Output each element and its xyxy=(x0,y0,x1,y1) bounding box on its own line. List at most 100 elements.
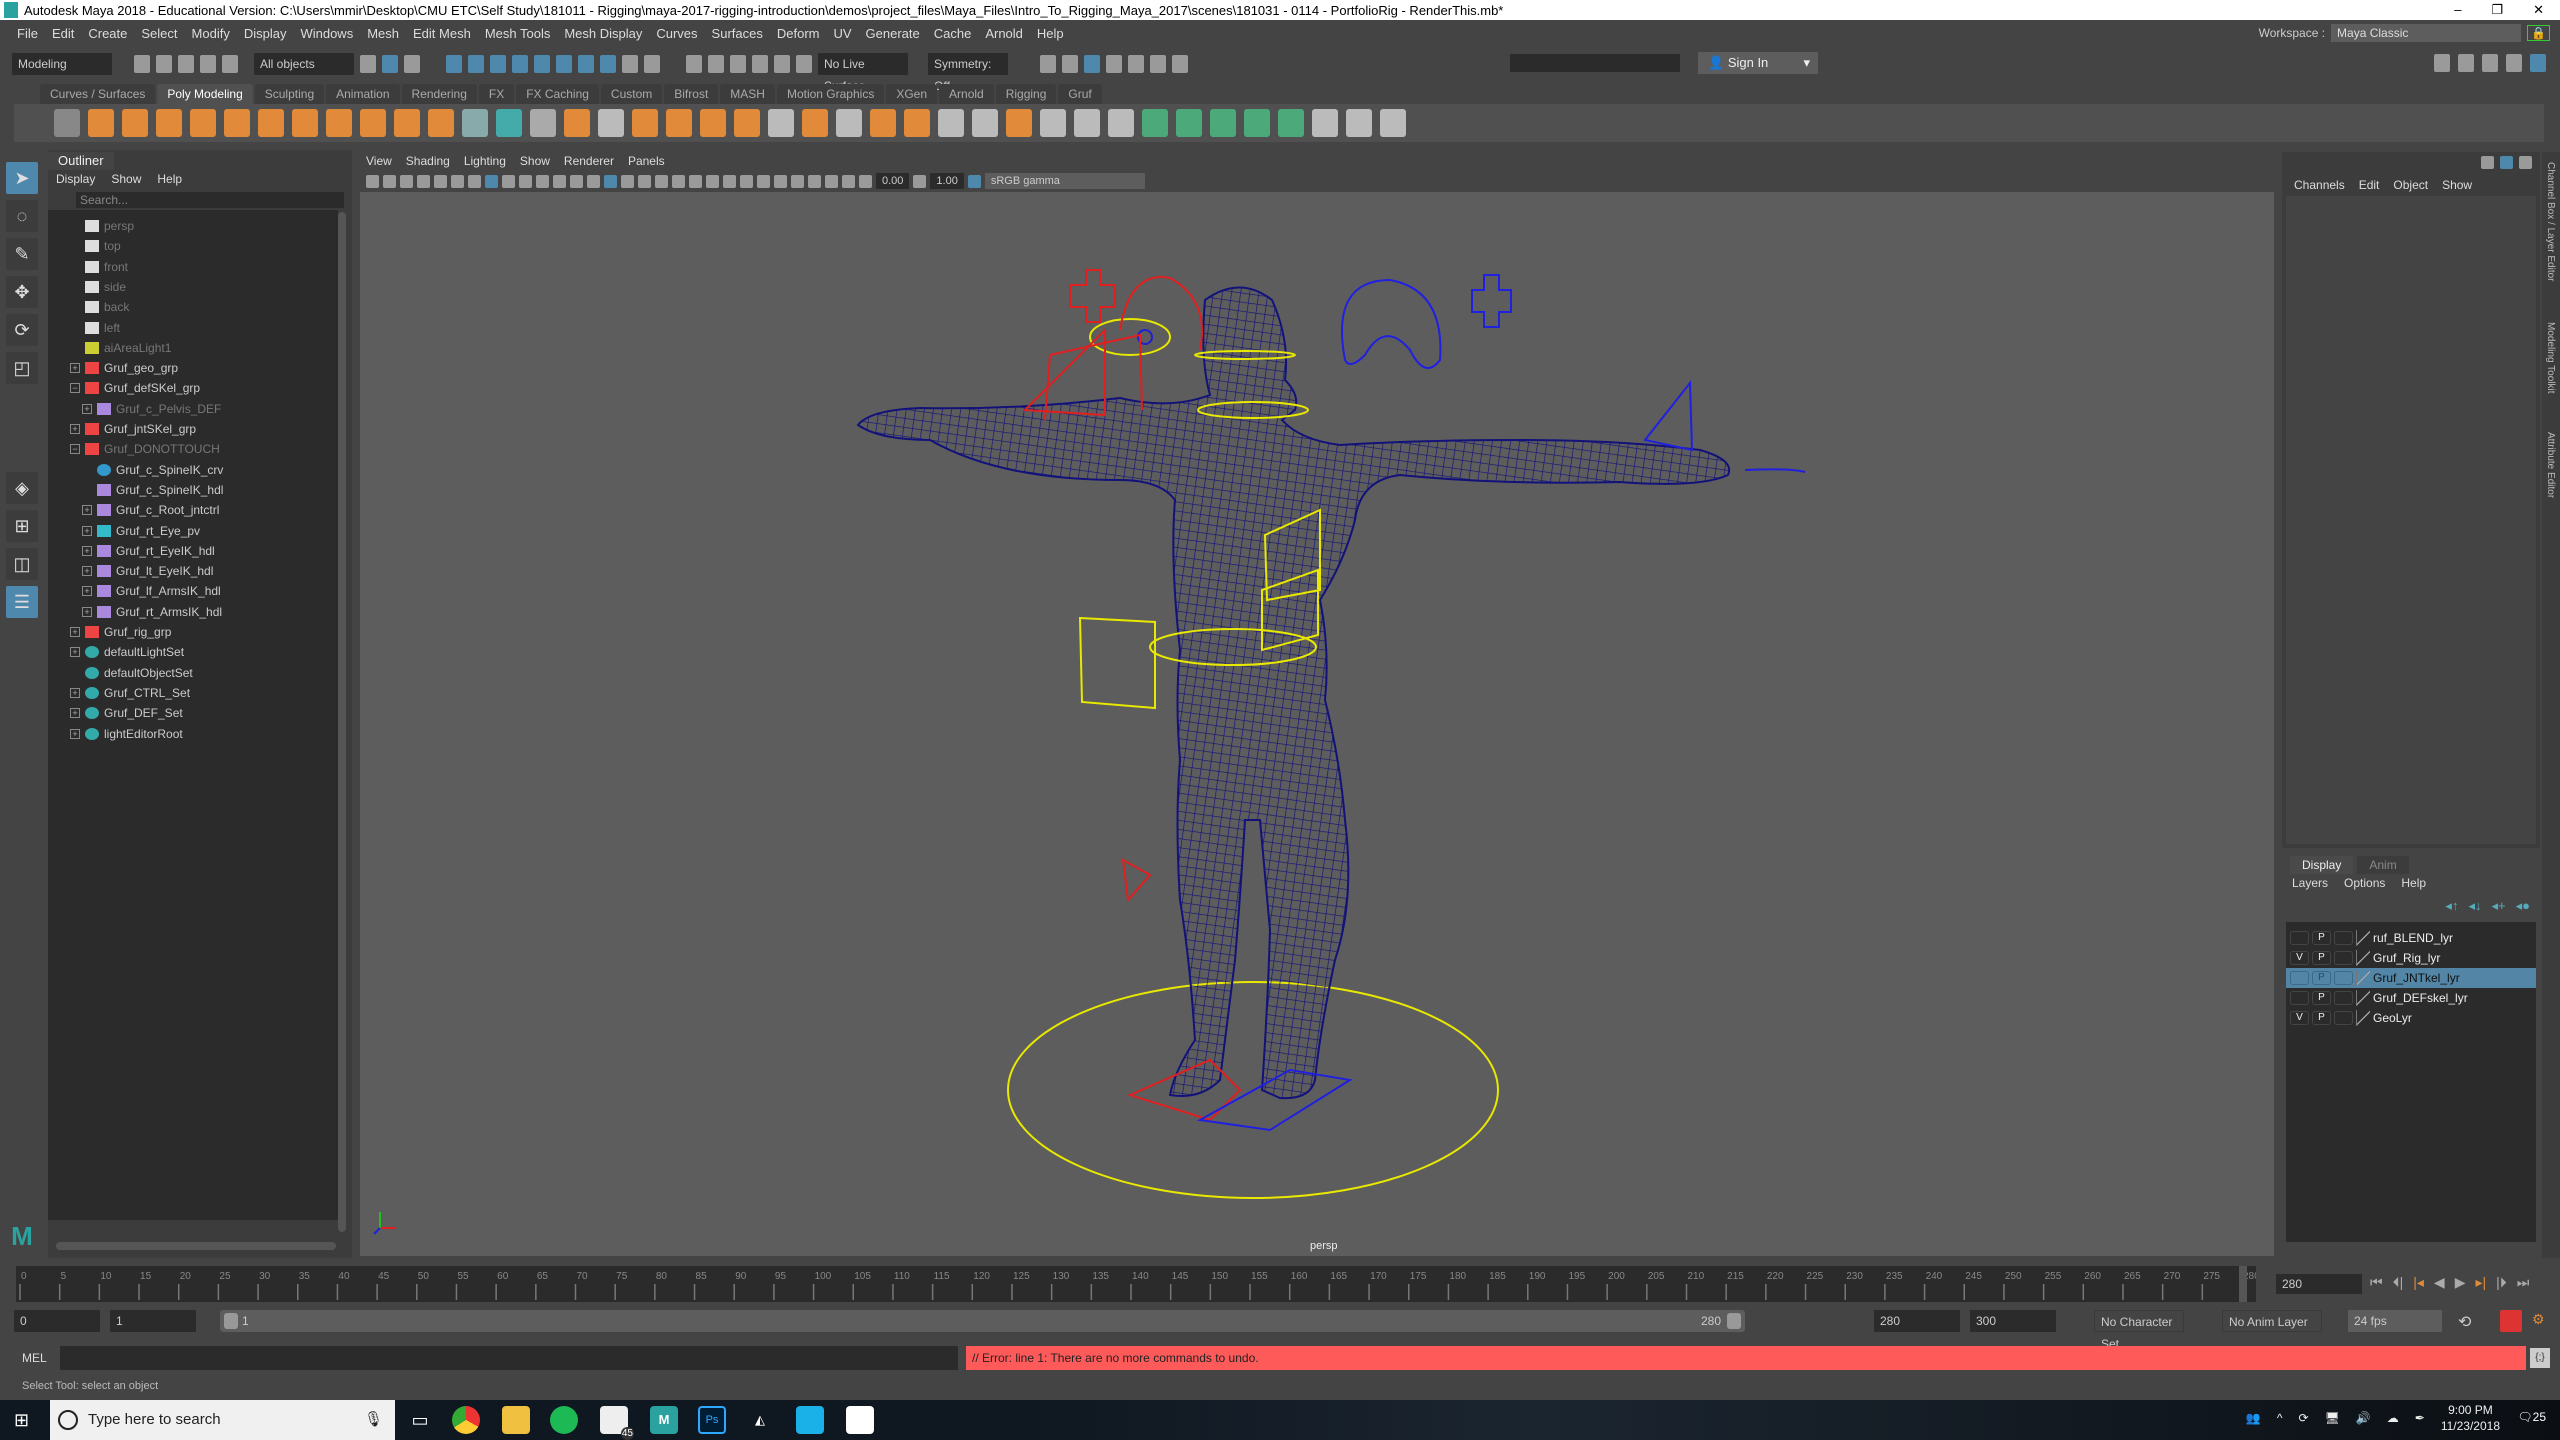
mail-icon[interactable]: 45 xyxy=(600,1406,634,1440)
layer-color-swatch[interactable] xyxy=(2356,930,2370,946)
visibility-toggle[interactable] xyxy=(2290,991,2309,1005)
playback-toggle[interactable]: P xyxy=(2312,991,2331,1005)
play-forwards-icon[interactable]: ▶ xyxy=(2455,1274,2466,1291)
shelf-tool-icon[interactable] xyxy=(122,109,148,137)
display-type-toggle[interactable] xyxy=(2334,991,2353,1005)
side-tab-attribute-editor[interactable]: Attribute Editor xyxy=(2545,432,2556,498)
show-hidden-icons[interactable]: ^ xyxy=(2277,1411,2283,1425)
side-tab-modeling-toolkit[interactable]: Modeling Toolkit xyxy=(2545,322,2556,394)
onedrive-icon[interactable]: ☁ xyxy=(2387,1411,2399,1425)
expand-toggle-icon[interactable]: + xyxy=(70,728,80,739)
shelf-tool-icon[interactable] xyxy=(564,109,590,137)
character-set-dropdown[interactable]: No Character Set xyxy=(2094,1310,2184,1351)
shelf-tool-icon[interactable] xyxy=(1312,109,1338,137)
shelf-tool-icon[interactable] xyxy=(1040,109,1066,137)
depth-of-field-icon[interactable] xyxy=(774,174,787,188)
pause-icon[interactable] xyxy=(1172,55,1188,73)
shelf-tab-gruf[interactable]: Gruf xyxy=(1058,84,1102,104)
microphone-icon[interactable]: 🎙 xyxy=(364,1400,383,1440)
shelf-tool-icon[interactable] xyxy=(156,109,182,137)
new-layer-selected-icon[interactable]: ◂● xyxy=(2516,898,2530,914)
network-icon[interactable]: 🖥 xyxy=(2325,1411,2340,1425)
menu-modify[interactable]: Modify xyxy=(185,26,237,41)
layer-color-swatch[interactable] xyxy=(2356,970,2370,986)
outliner-item[interactable]: + Gruf_rt_ArmsIK_hdl xyxy=(82,602,222,622)
hyper-icon[interactable] xyxy=(2519,156,2532,169)
outliner-item[interactable]: + Gruf_geo_grp xyxy=(70,358,178,378)
outliner-item[interactable]: + Gruf_DEF_Set xyxy=(70,703,183,723)
motion-blur-icon[interactable] xyxy=(740,174,753,188)
exposure-field[interactable]: 0.00 xyxy=(876,173,910,189)
shelf-tool-icon[interactable] xyxy=(54,109,80,137)
shelf-tool-icon[interactable] xyxy=(1278,109,1304,137)
default-lighting-icon[interactable] xyxy=(638,174,651,188)
task-view-icon[interactable]: ▭ xyxy=(406,1406,434,1434)
app-icon[interactable] xyxy=(796,1406,824,1434)
outliner-item[interactable]: Gruf_c_SpineIK_crv xyxy=(82,460,223,480)
expand-toggle-icon[interactable]: + xyxy=(82,586,92,597)
volume-icon[interactable]: 🔊 xyxy=(2356,1411,2371,1425)
expand-toggle-icon[interactable]: + xyxy=(82,525,92,536)
shelf-tab-motion-graphics[interactable]: Motion Graphics xyxy=(776,84,885,104)
playback-start-field[interactable]: 1 xyxy=(110,1310,196,1332)
gamma-field[interactable]: 1.00 xyxy=(930,173,964,189)
sidebar-toggle-icon[interactable] xyxy=(1040,55,1056,73)
sign-in-button[interactable]: 👤 Sign In ▾ xyxy=(1698,52,1818,74)
outliner-item[interactable]: + lightEditorRoot xyxy=(70,724,183,744)
menu-cache[interactable]: Cache xyxy=(927,26,979,41)
shelf-tool-icon[interactable] xyxy=(462,109,488,137)
shelf-tab-fx[interactable]: FX xyxy=(478,84,515,104)
step-back-key-icon[interactable]: |◂ xyxy=(2413,1274,2424,1291)
fps-dropdown[interactable]: 24 fps xyxy=(2348,1310,2442,1332)
shelf-tool-icon[interactable] xyxy=(190,109,216,137)
select-component-icon[interactable] xyxy=(404,55,420,73)
workspace-selector[interactable]: Workspace : Maya Classic 🔒 xyxy=(2259,24,2550,42)
shelf-tab-sculpting[interactable]: Sculpting xyxy=(254,84,325,104)
live-surface-field[interactable]: No Live Surface xyxy=(818,53,908,93)
shelf-tab-bifrost[interactable]: Bifrost xyxy=(664,84,719,104)
shelf-tool-icon[interactable] xyxy=(360,109,386,137)
people-icon[interactable]: 👥 xyxy=(2246,1411,2261,1425)
film-gate-icon[interactable] xyxy=(502,174,515,188)
tool-settings-icon[interactable] xyxy=(2506,54,2522,72)
shelf-tool-icon[interactable] xyxy=(598,109,624,137)
sync-icon[interactable]: ⟳ xyxy=(2299,1411,2309,1425)
outliner-item[interactable]: − Gruf_DONOTTOUCH xyxy=(70,439,220,459)
outliner-item[interactable]: + Gruf_jntSKel_grp xyxy=(70,419,196,439)
side-tab-channel-box[interactable]: Channel Box / Layer Editor xyxy=(2545,162,2556,282)
scale-tool-icon[interactable]: ◰ xyxy=(6,352,38,384)
layers-menu[interactable]: Layers xyxy=(2292,876,2328,890)
shelf-tool-icon[interactable] xyxy=(224,109,250,137)
shelf-tool-icon[interactable] xyxy=(1244,109,1270,137)
shelf-tab-xgen[interactable]: XGen xyxy=(886,84,938,104)
human-ik-icon[interactable] xyxy=(2458,54,2474,72)
viewport-menu-lighting[interactable]: Lighting xyxy=(464,154,506,168)
grease-pencil-icon[interactable] xyxy=(468,174,481,188)
edit-menu[interactable]: Edit xyxy=(2359,178,2380,192)
2d-pan-zoom-icon[interactable] xyxy=(451,174,464,188)
attribute-editor-icon[interactable] xyxy=(2482,54,2498,72)
menu-uv[interactable]: UV xyxy=(826,26,858,41)
menu-edit-mesh[interactable]: Edit Mesh xyxy=(406,26,478,41)
xray-components-icon[interactable] xyxy=(842,174,855,188)
channel-box-icon[interactable] xyxy=(2530,54,2546,72)
command-input[interactable] xyxy=(60,1346,958,1370)
wireframe-on-shaded-icon[interactable] xyxy=(655,174,668,188)
clock[interactable]: 9:00 PM 11/23/2018 xyxy=(2441,1402,2500,1434)
shelf-tool-icon[interactable] xyxy=(1142,109,1168,137)
shelf-tool-icon[interactable] xyxy=(394,109,420,137)
expand-toggle-icon[interactable]: + xyxy=(70,687,80,698)
snap-surface-icon[interactable] xyxy=(534,55,550,73)
modeling-toolkit-icon[interactable] xyxy=(2434,54,2450,72)
snap-vertex-icon[interactable] xyxy=(556,55,572,73)
outliner-item[interactable]: side xyxy=(70,277,126,297)
outliner-item[interactable]: + Gruf_rt_EyeIK_hdl xyxy=(82,541,215,561)
snap-view-icon[interactable] xyxy=(512,55,528,73)
outliner-item[interactable]: top xyxy=(70,236,121,256)
layer-color-swatch[interactable] xyxy=(2356,950,2370,966)
object-menu[interactable]: Object xyxy=(2393,178,2428,192)
options-menu[interactable]: Options xyxy=(2344,876,2385,890)
shelf-tool-icon[interactable] xyxy=(1006,109,1032,137)
visibility-toggle[interactable] xyxy=(2290,971,2309,985)
ipr-render-icon[interactable] xyxy=(1128,55,1144,73)
